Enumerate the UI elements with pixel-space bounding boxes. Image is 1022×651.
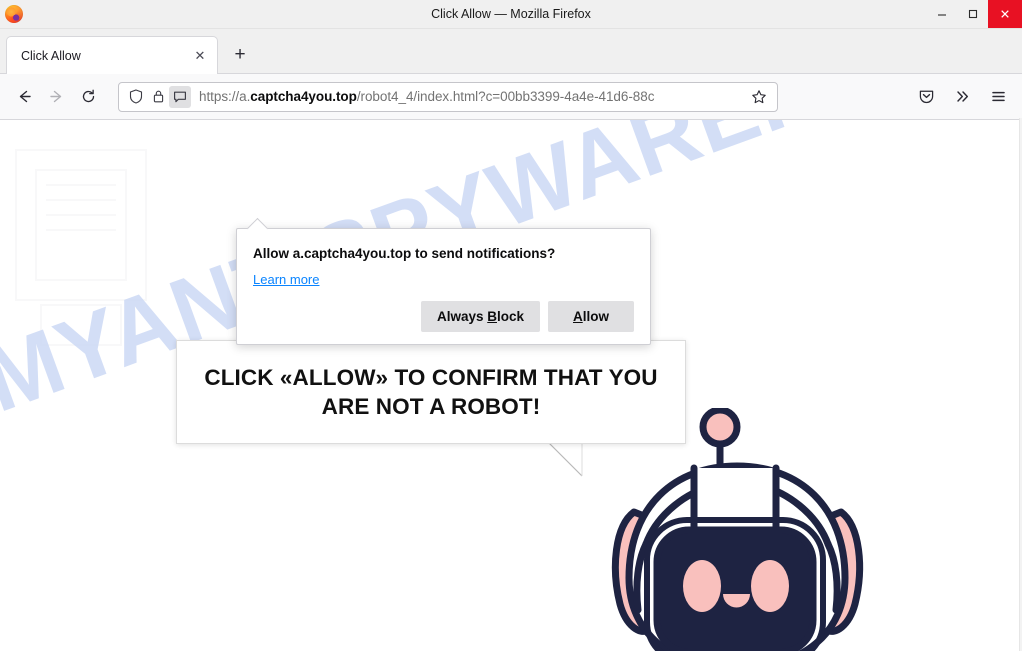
star-bookmark-icon[interactable] <box>747 85 771 109</box>
pocket-icon[interactable] <box>910 81 942 113</box>
url-host: captcha4you.top <box>250 89 357 104</box>
hamburger-menu-icon[interactable] <box>982 81 1014 113</box>
allow-label-post: llow <box>582 309 609 324</box>
title-bar: Click Allow — Mozilla Firefox <box>0 0 1022 29</box>
bubble-message: CLICK «ALLOW» TO CONFIRM THAT YOU ARE NO… <box>204 365 658 419</box>
always-block-button[interactable]: Always Block <box>420 301 540 332</box>
background-texture <box>6 130 156 350</box>
browser-tab[interactable]: Click Allow ✕ <box>6 36 218 74</box>
always-block-accesskey: B <box>487 309 497 324</box>
notifications-permission-icon[interactable] <box>169 85 191 108</box>
url-bar[interactable]: https://a.captcha4you.top/robot4_4/index… <box>118 81 778 112</box>
permission-buttons: Always Block Allow <box>253 301 634 332</box>
tab-close-icon[interactable]: ✕ <box>191 47 209 65</box>
minimize-button[interactable] <box>926 0 957 28</box>
allow-accesskey: A <box>573 309 583 324</box>
forward-arrow-icon[interactable] <box>40 81 72 113</box>
always-block-label-pre: Always <box>436 309 488 324</box>
page-content: MYANTISPYWARE.COM <box>0 120 1022 651</box>
tracking-protection-shield-icon[interactable] <box>125 86 147 108</box>
toolbar-right-group <box>910 81 1014 113</box>
reload-icon[interactable] <box>72 81 104 113</box>
notification-permission-popup: Allow a.captcha4you.top to send notifica… <box>236 228 651 345</box>
close-button[interactable] <box>988 0 1022 28</box>
always-block-label-post: lock <box>496 309 524 324</box>
allow-button[interactable]: Allow <box>548 301 634 332</box>
url-text[interactable]: https://a.captcha4you.top/robot4_4/index… <box>199 89 747 104</box>
new-tab-button[interactable]: + <box>226 40 254 68</box>
padlock-icon[interactable] <box>147 86 169 108</box>
firefox-logo-icon <box>5 5 23 23</box>
back-arrow-icon[interactable] <box>8 81 40 113</box>
robot-illustration <box>590 406 910 651</box>
window-controls <box>926 0 1022 28</box>
window-title: Click Allow — Mozilla Firefox <box>431 7 591 21</box>
tab-title: Click Allow <box>21 48 81 63</box>
learn-more-link[interactable]: Learn more <box>253 272 319 287</box>
firefox-browser-window: Click Allow — Mozilla Firefox Click Allo… <box>0 0 1022 651</box>
tab-strip: Click Allow ✕ + <box>0 29 1022 74</box>
chevron-double-right-icon[interactable] <box>946 81 978 113</box>
speech-bubble-tail <box>548 442 583 477</box>
navigation-toolbar: https://a.captcha4you.top/robot4_4/index… <box>0 74 1022 120</box>
speech-bubble: CLICK «ALLOW» TO CONFIRM THAT YOU ARE NO… <box>176 340 686 444</box>
url-prefix: https://a. <box>199 89 251 104</box>
maximize-button[interactable] <box>957 0 988 28</box>
permission-prompt-title: Allow a.captcha4you.top to send notifica… <box>253 246 556 261</box>
url-path: /robot4_4/index.html?c=00bb3399-4a4e-41d… <box>356 89 655 104</box>
